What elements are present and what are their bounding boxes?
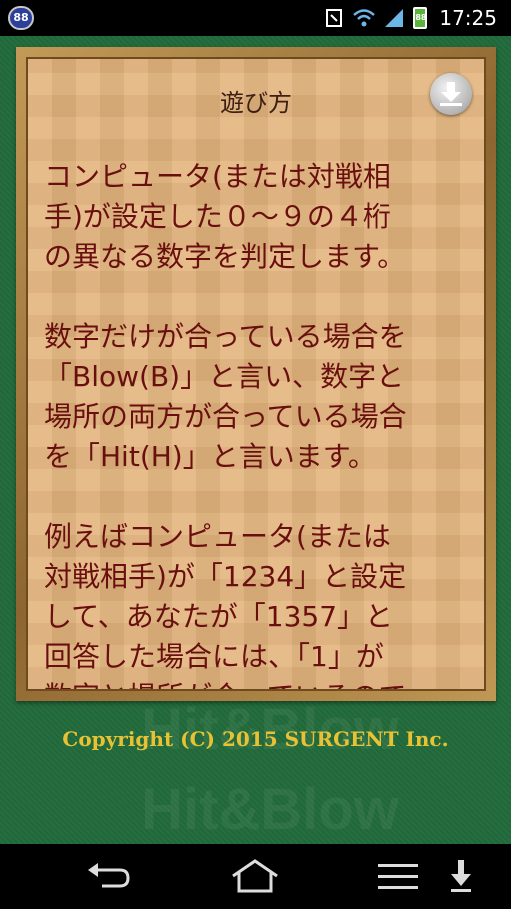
rules-paragraph-3: 例えばコンピュータ(または 対戦相手)が「1234」と設定 して、あなたが「13… xyxy=(44,520,407,689)
download-button[interactable] xyxy=(430,73,472,115)
status-icons: 88 17:25 xyxy=(323,4,497,32)
background-watermark-2: Hit&Blow xyxy=(141,777,399,842)
status-bar: 88 88 17:25 xyxy=(0,0,511,36)
home-icon[interactable] xyxy=(228,858,282,894)
rules-paragraph-1: コンピュータ(または対戦相 手)が設定した０～９の４桁 の異なる数字を判定します… xyxy=(44,160,406,273)
rules-title: 遊び方 xyxy=(220,89,292,117)
hide-navigation-icon[interactable] xyxy=(448,858,474,894)
notification-badge: 88 xyxy=(8,6,34,30)
rules-paragraph-2: 数字だけが合っている場合を 「Blow(B)」と言い、数字と 場所の両方が合って… xyxy=(44,320,407,473)
navigation-bar xyxy=(0,844,511,909)
wifi-icon xyxy=(353,9,376,27)
battery-icon: 88 xyxy=(413,7,428,29)
copyright-text: Copyright (C) 2015 SURGENT Inc. xyxy=(62,727,449,751)
rules-frame: 遊び方 コンピュータ(または対戦相 手)が設定した０～９の４桁 の異なる数字を判… xyxy=(16,47,496,701)
rules-text: コンピュータ(または対戦相 手)が設定した０～９の４桁 の異なる数字を判定します… xyxy=(44,157,469,689)
download-arrow-icon xyxy=(440,82,462,106)
signal-icon xyxy=(385,9,404,27)
back-icon[interactable] xyxy=(84,858,134,894)
nfc-icon xyxy=(326,9,343,27)
clock: 17:25 xyxy=(439,6,497,30)
menu-icon[interactable] xyxy=(374,858,422,894)
rules-panel[interactable]: 遊び方 コンピュータ(または対戦相 手)が設定した０～９の４桁 の異なる数字を判… xyxy=(26,57,486,691)
